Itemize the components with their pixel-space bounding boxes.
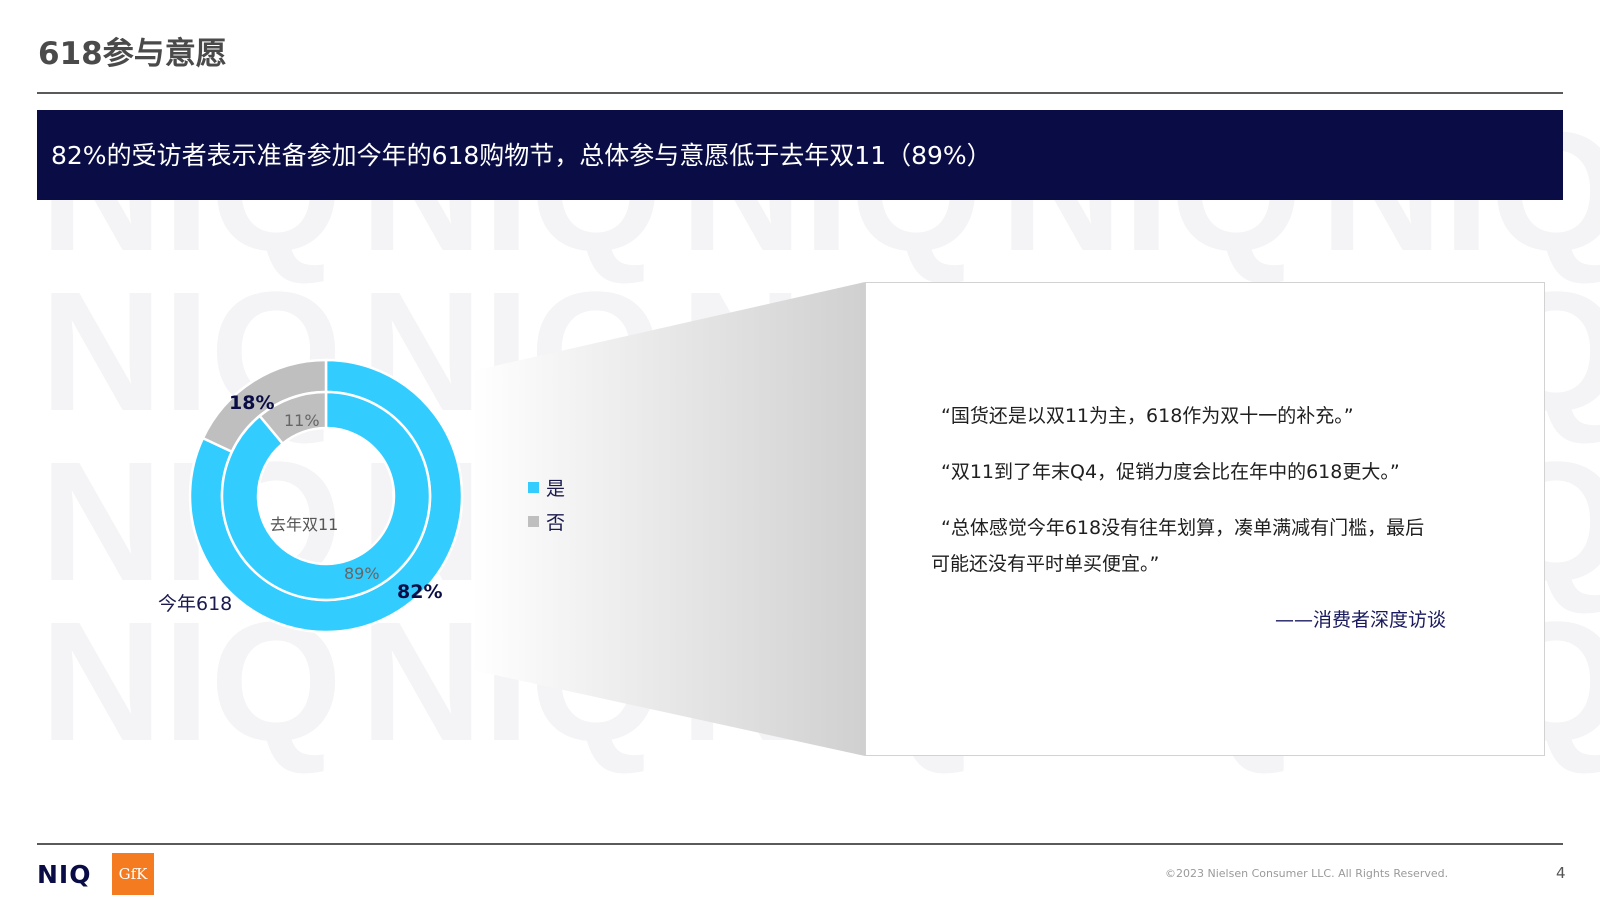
- inner-ring-name: 去年双11: [270, 515, 338, 534]
- legend-swatch-yes: [528, 481, 539, 493]
- quote-3-line-1: “总体感觉今年618没有往年划算，凑单满减有门槛，最后: [941, 517, 1425, 539]
- quote-attribution: ——消费者深度访谈: [1275, 609, 1447, 631]
- niq-logo: NIQ: [37, 860, 92, 889]
- quote-2: “双11到了年末Q4，促销力度会比在年中的618更大。”: [941, 461, 1400, 483]
- legend-swatch-no: [528, 515, 539, 527]
- legend-label-no: 否: [546, 511, 566, 534]
- inner-ring-double11: [220, 390, 432, 602]
- chart-legend: 是 否: [528, 470, 565, 538]
- inner-label-yes: 89%: [344, 564, 380, 583]
- copyright-text: ©2023 Nielsen Consumer LLC. All Rights R…: [1165, 867, 1449, 880]
- legend-item-no: 否: [528, 504, 565, 538]
- outer-label-no: 18%: [229, 392, 274, 414]
- inner-label-no: 11%: [284, 411, 320, 430]
- legend-item-yes: 是: [528, 470, 565, 504]
- bottom-divider: [37, 843, 1563, 845]
- page-number: 4: [1556, 864, 1566, 882]
- legend-label-yes: 是: [546, 477, 566, 500]
- gfk-logo: GfK: [112, 853, 154, 895]
- quote-3-line-2: 可能还没有平时单买便宜。”: [931, 553, 1160, 575]
- quote-panel: “国货还是以双11为主，618作为双十一的补充。” “双11到了年末Q4，促销力…: [865, 282, 1545, 756]
- quote-1: “国货还是以双11为主，618作为双十一的补充。”: [941, 405, 1354, 427]
- outer-label-yes: 82%: [397, 581, 442, 603]
- outer-ring-name: 今年618: [158, 593, 232, 615]
